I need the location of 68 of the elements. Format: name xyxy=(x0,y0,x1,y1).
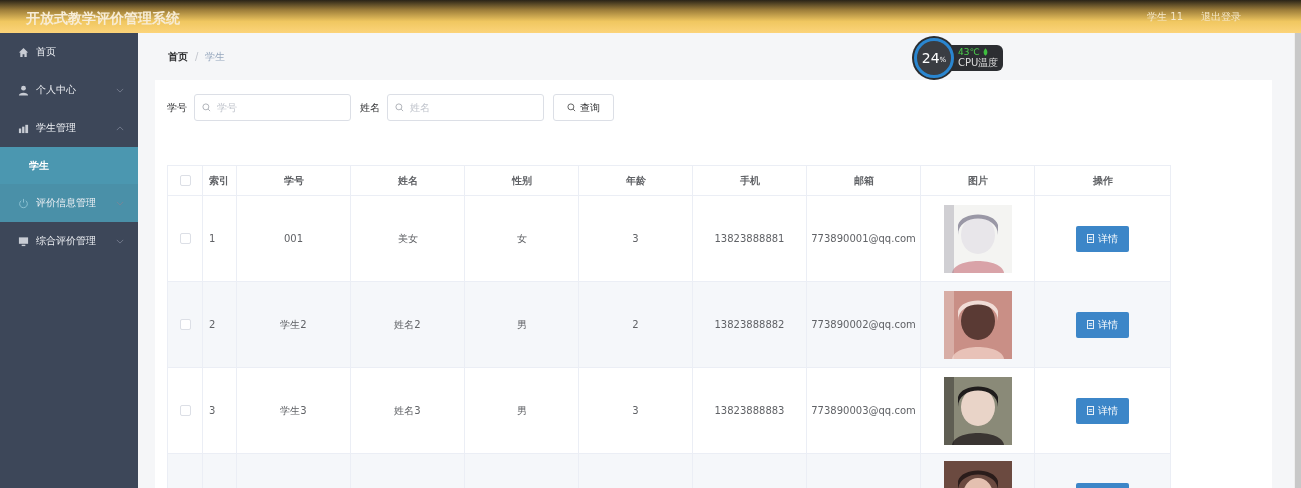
detail-button[interactable]: 详情 xyxy=(1076,397,1129,424)
table-cell: 2 xyxy=(209,319,216,330)
column-header: 操作 xyxy=(1092,174,1113,186)
field-label: 姓名 xyxy=(360,100,380,115)
breadcrumb-link[interactable]: 首页 xyxy=(168,49,188,64)
field-label: 学号 xyxy=(167,100,187,115)
table-cell: 773890001@qq.com xyxy=(811,233,916,244)
scrollbar[interactable] xyxy=(1294,33,1301,488)
row-checkbox[interactable] xyxy=(179,405,191,417)
document-icon xyxy=(1087,406,1094,415)
breadcrumb-separator: / xyxy=(195,51,199,62)
table-cell: 13823888881 xyxy=(714,233,785,244)
table-cell: 姓名3 xyxy=(394,404,421,416)
column-header: 邮箱 xyxy=(853,174,874,186)
detail-button[interactable]: 详情 xyxy=(1076,225,1129,252)
document-icon xyxy=(1087,234,1094,243)
home-icon xyxy=(18,46,29,58)
menu-item[interactable]: 学生管理 xyxy=(0,109,138,147)
table-cell: 3 xyxy=(209,405,216,416)
cpu-usage: 24 xyxy=(921,50,940,66)
table-cell: 1 xyxy=(209,233,216,244)
table-cell: 2 xyxy=(632,319,639,330)
row-checkbox[interactable] xyxy=(179,233,191,245)
cpu-temperature: 43℃ xyxy=(958,47,980,57)
select-all-checkbox[interactable] xyxy=(179,175,191,187)
column-header: 年龄 xyxy=(625,174,646,186)
column-header: 学号 xyxy=(283,174,304,186)
menu-item[interactable]: 综合评价管理 xyxy=(0,222,138,260)
breadcrumb-link[interactable]: 学生 xyxy=(205,49,226,64)
bar-chart-icon xyxy=(18,122,29,134)
person-icon xyxy=(18,84,29,96)
table-cell: 美女 xyxy=(397,232,418,244)
menu-item[interactable]: 个人中心 xyxy=(0,71,138,109)
table-cell: 001 xyxy=(283,233,304,244)
table-cell: 姓名2 xyxy=(394,318,421,330)
app-title: 开放式教学评价管理系统 xyxy=(26,9,180,28)
table-cell: 男 xyxy=(516,318,527,330)
logout-link[interactable]: 退出登录 xyxy=(1201,9,1241,24)
search-icon xyxy=(395,103,404,112)
table-cell: 13823888883 xyxy=(714,405,785,416)
column-header: 图片 xyxy=(967,174,988,186)
search-button[interactable]: 查询 xyxy=(553,94,614,121)
table-cell: 学生3 xyxy=(280,404,307,416)
submenu-item[interactable]: 学生 xyxy=(0,147,138,184)
table-cell: 3 xyxy=(632,405,639,416)
table-cell: 女 xyxy=(516,232,527,244)
table-cell: 男 xyxy=(516,404,527,416)
monitor-icon xyxy=(18,235,29,247)
column-header: 性别 xyxy=(511,174,532,186)
menu-item[interactable]: 评价信息管理 xyxy=(0,184,138,222)
document-icon xyxy=(1087,320,1094,329)
user-name: 学生 11 xyxy=(1147,9,1183,24)
menu-item[interactable]: 首页 xyxy=(0,33,138,71)
power-icon xyxy=(18,197,29,209)
table-cell: 3 xyxy=(632,233,639,244)
detail-button[interactable]: 详情 xyxy=(1076,311,1129,338)
table-cell: 773890003@qq.com xyxy=(811,405,916,416)
leaf-icon xyxy=(982,48,988,56)
row-checkbox[interactable] xyxy=(179,319,191,331)
search-icon xyxy=(567,103,576,112)
cpu-label: CPU温度 xyxy=(958,57,999,69)
table-cell: 13823888882 xyxy=(714,319,785,330)
column-header: 索引 xyxy=(209,174,229,186)
column-header: 姓名 xyxy=(397,174,418,186)
column-header: 手机 xyxy=(739,174,760,186)
table-cell: 773890002@qq.com xyxy=(811,319,916,330)
search-icon xyxy=(202,103,211,112)
table-cell: 学生2 xyxy=(280,318,307,330)
